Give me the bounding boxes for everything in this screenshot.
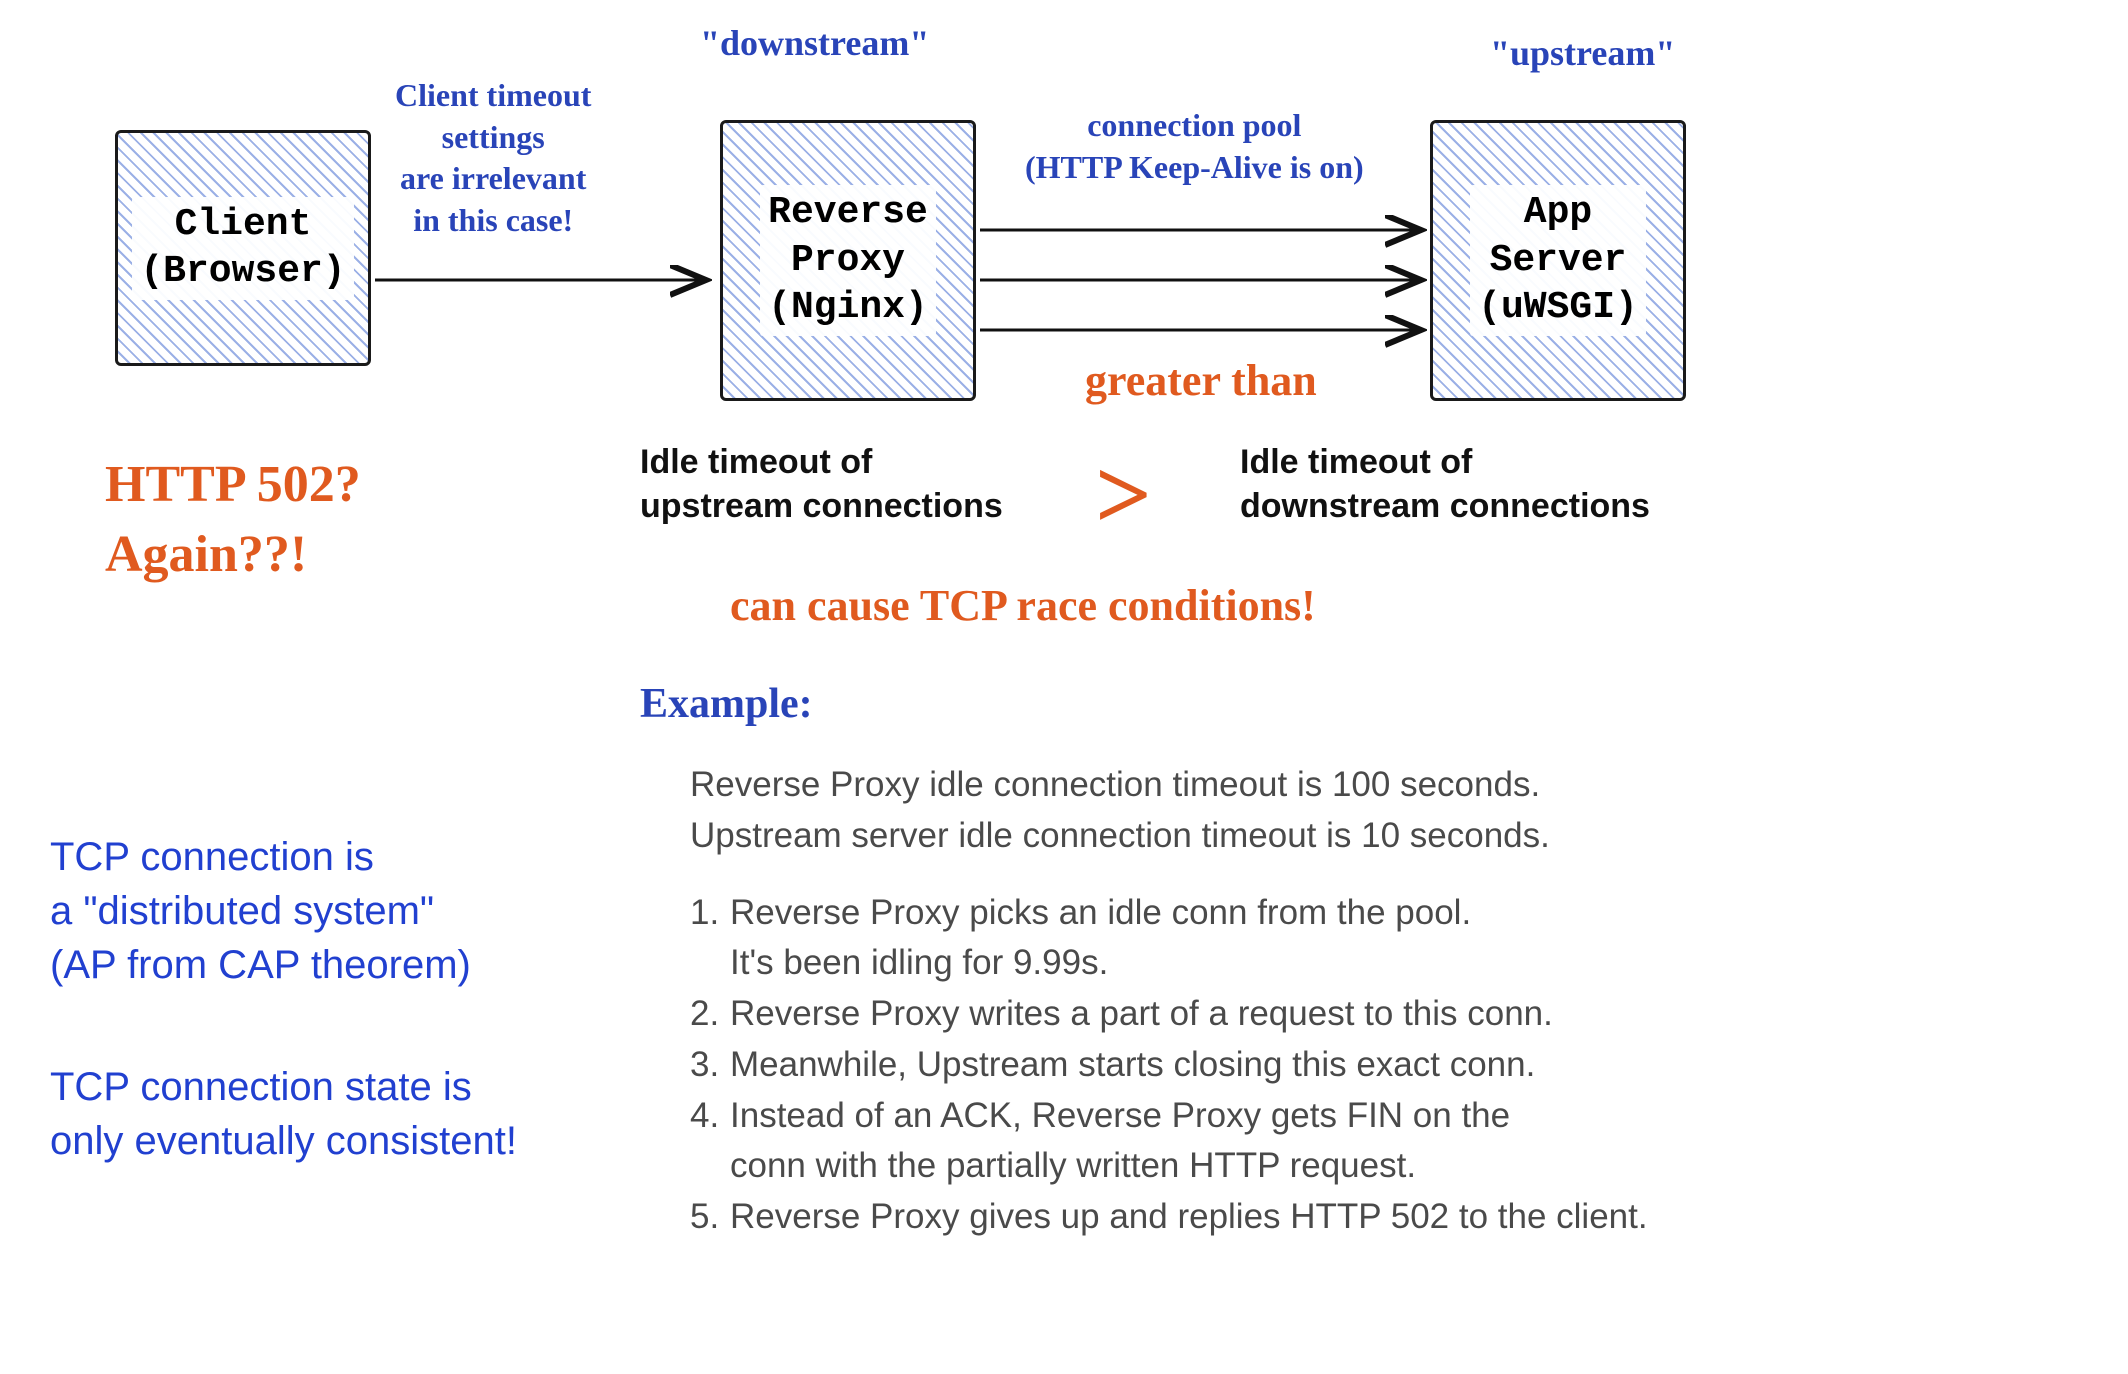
box-app-server: App Server (uWSGI) (1430, 120, 1686, 401)
example-heading: Example: (640, 680, 813, 728)
diagram-canvas: "downstream" "upstream" Client (Browser)… (0, 0, 2128, 1374)
example-body: Reverse Proxy idle connection timeout is… (690, 760, 1740, 1243)
example-step-4: 4. Instead of an ACK, Reverse Proxy gets… (690, 1091, 1740, 1193)
label-downstream: "downstream" (700, 20, 929, 67)
step-number: 5. (690, 1192, 730, 1243)
example-step-5: 5. Reverse Proxy gives up and replies HT… (690, 1192, 1740, 1243)
text-tcp-distributed: TCP connection is a "distributed system"… (50, 830, 471, 992)
text-http-502: HTTP 502? Again??! (105, 450, 361, 590)
step-number: 1. (690, 888, 730, 990)
box-client: Client (Browser) (115, 130, 371, 366)
step-text: Instead of an ACK, Reverse Proxy gets FI… (730, 1091, 1510, 1193)
text-race-conditions: can cause TCP race conditions! (730, 580, 1316, 631)
text-idle-timeout-upstream: Idle timeout of upstream connections (640, 440, 1003, 528)
example-step-2: 2. Reverse Proxy writes a part of a requ… (690, 989, 1740, 1040)
arrow-client-to-proxy (370, 260, 715, 300)
note-connection-pool: connection pool (HTTP Keep-Alive is on) (1025, 105, 1364, 188)
example-intro: Reverse Proxy idle connection timeout is… (690, 760, 1740, 862)
greater-than-symbol: > (1095, 445, 1152, 545)
step-number: 4. (690, 1091, 730, 1193)
label-upstream: "upstream" (1490, 30, 1675, 77)
box-app-server-label: App Server (uWSGI) (1470, 185, 1646, 336)
text-idle-timeout-downstream: Idle timeout of downstream connections (1240, 440, 1650, 528)
step-text: Reverse Proxy writes a part of a request… (730, 989, 1553, 1040)
text-tcp-state: TCP connection state is only eventually … (50, 1060, 517, 1168)
box-client-label: Client (Browser) (132, 197, 353, 300)
step-text: Reverse Proxy picks an idle conn from th… (730, 888, 1471, 990)
step-number: 3. (690, 1040, 730, 1091)
step-number: 2. (690, 989, 730, 1040)
step-text: Reverse Proxy gives up and replies HTTP … (730, 1192, 1648, 1243)
example-step-1: 1. Reverse Proxy picks an idle conn from… (690, 888, 1740, 990)
arrows-proxy-to-app (975, 210, 1430, 360)
note-client-timeout: Client timeout settings are irrelevant i… (395, 75, 591, 241)
example-step-3: 3. Meanwhile, Upstream starts closing th… (690, 1040, 1740, 1091)
box-proxy-label: Reverse Proxy (Nginx) (760, 185, 936, 336)
label-greater-than: greater than (1085, 355, 1317, 406)
box-proxy: Reverse Proxy (Nginx) (720, 120, 976, 401)
step-text: Meanwhile, Upstream starts closing this … (730, 1040, 1535, 1091)
